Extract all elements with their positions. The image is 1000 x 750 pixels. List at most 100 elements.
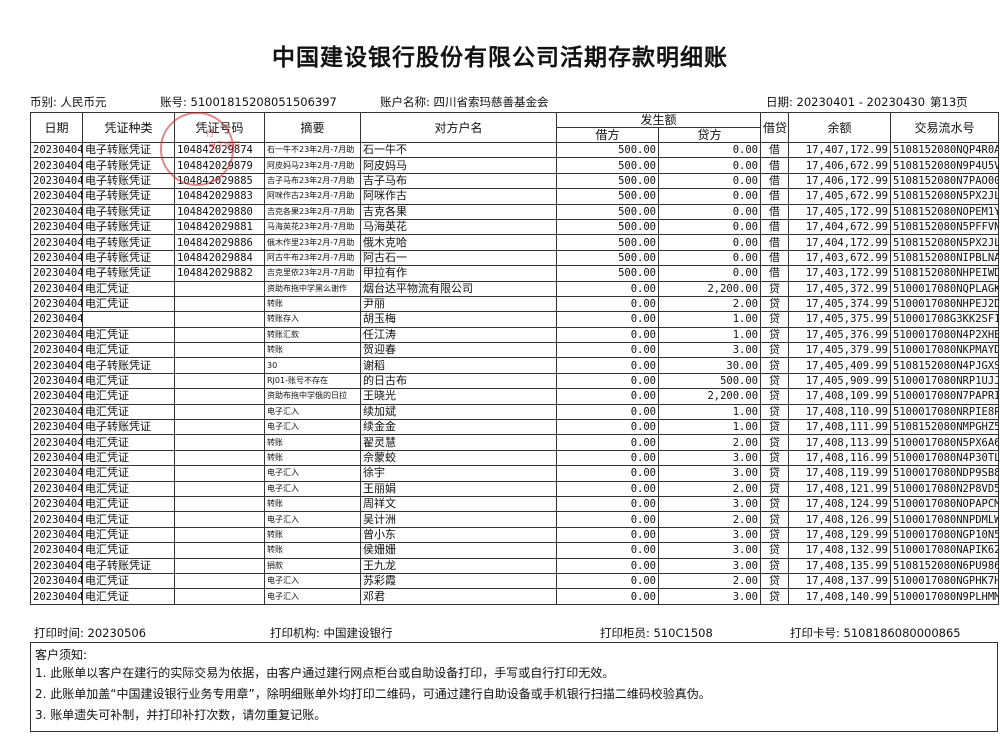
cell-voucher-type: 电汇凭证 <box>82 572 175 590</box>
table-row: 20230404 电汇凭证 转账 曾小东 0.00 3.00 贷 17,408,129.99 5… <box>30 526 1000 544</box>
cell-balance: 17,405,672.99 <box>788 188 892 205</box>
cell-dc: 贷 <box>760 403 790 421</box>
cell-balance: 17,404,172.99 <box>788 234 892 251</box>
cell-voucher-type: 电汇凭证 <box>82 465 175 482</box>
cell-counterparty: 王九龙 <box>360 557 557 574</box>
cell-balance: 17,405,374.99 <box>788 295 892 313</box>
cell-voucher-type <box>82 311 175 328</box>
cell-serial: 5100017080NRPIE8P3 <box>890 403 1000 421</box>
cell-date: 20230404 <box>30 495 83 513</box>
header-summary: 摘要 <box>264 112 361 143</box>
cell-date: 20230404 <box>30 234 83 251</box>
cell-counterparty: 吉克各果 <box>360 203 557 220</box>
cell-voucher-no: 104842029880 <box>174 203 265 220</box>
cell-counterparty: 甲拉有作 <box>360 265 557 282</box>
cell-summary: 转账 <box>264 542 361 559</box>
cell-voucher-no <box>174 326 265 344</box>
cell-counterparty: 苏彩霞 <box>360 572 557 590</box>
cell-counterparty: 佘蒙蛟 <box>360 449 557 467</box>
cell-date: 20230404 <box>30 326 83 344</box>
cell-balance: 17,408,110.99 <box>788 403 892 421</box>
cell-balance: 17,406,172.99 <box>788 172 892 190</box>
stamp-text-1: 行 <box>206 129 214 138</box>
cell-debit: 500.00 <box>556 188 659 205</box>
ledger-body: 20230404 电子转账凭证 104842029874 石一牛不23年2月-7月助石… <box>30 141 1000 605</box>
cell-balance: 17,407,172.99 <box>788 141 892 159</box>
cell-debit: 0.00 <box>556 326 659 344</box>
cell-counterparty: 曾小东 <box>360 526 557 544</box>
cell-dc: 借 <box>760 265 790 282</box>
cell-summary: 转账汇款 <box>264 326 361 344</box>
cell-balance: 17,405,376.99 <box>788 326 892 344</box>
cell-date: 20230404 <box>30 434 83 451</box>
cell-voucher-no <box>174 434 265 451</box>
cell-counterparty: 吉子马布 <box>360 172 557 190</box>
date-range: 日期: 20230401 - 20230430 <box>766 95 926 109</box>
cell-credit: 0.00 <box>657 157 762 174</box>
cell-voucher-no <box>174 526 265 544</box>
cell-voucher-no <box>174 295 265 313</box>
table-row: 20230404 电汇凭证 转账汇款 任江涛 0.00 1.00 贷 17,405,376.9… <box>30 326 1000 344</box>
cell-voucher-type: 电汇凭证 <box>82 434 175 451</box>
note-3: 3. 账单遗失可补制，并打印补打次数，请勿重复记账。 <box>35 708 327 722</box>
cell-serial: 5108152080NHPEIWDF <box>890 265 1000 282</box>
header-counterparty: 对方户名 <box>360 112 557 143</box>
cell-balance: 17,405,372.99 <box>788 280 892 297</box>
cell-balance: 17,408,113.99 <box>788 434 892 451</box>
cell-credit: 500.00 <box>657 372 762 390</box>
cell-voucher-no <box>174 588 265 605</box>
cell-voucher-no <box>174 542 265 559</box>
cell-voucher-type: 电子转账凭证 <box>82 203 175 220</box>
cell-voucher-type: 电汇凭证 <box>82 526 175 544</box>
cell-date: 20230404 <box>30 526 83 544</box>
cell-balance: 17,408,111.99 <box>788 419 892 436</box>
cell-voucher-type: 电汇凭证 <box>82 480 175 497</box>
cell-summary: 转账 <box>264 295 361 313</box>
cell-date: 20230404 <box>30 311 83 328</box>
cell-serial: 5100017080NKPMAYDO <box>890 342 1000 359</box>
table-row: 20230404 电汇凭证 资助布拖中学黑么谢作 烟台达平物流有限公司 0.00 2,20… <box>30 280 1000 297</box>
cell-date: 20230404 <box>30 388 83 405</box>
cell-credit: 3.00 <box>657 495 762 513</box>
cell-voucher-type: 电子转账凭证 <box>82 218 175 236</box>
cell-credit: 1.00 <box>657 326 762 344</box>
cell-summary: 电子汇入 <box>264 465 361 482</box>
cell-dc: 贷 <box>760 542 790 559</box>
cell-balance: 17,406,672.99 <box>788 157 892 174</box>
cell-dc: 借 <box>760 218 790 236</box>
cell-voucher-type: 电子转账凭证 <box>82 249 175 267</box>
cell-voucher-type: 电子转账凭证 <box>82 234 175 251</box>
cell-credit: 2,200.00 <box>657 388 762 405</box>
cell-dc: 贷 <box>760 449 790 467</box>
cell-voucher-type: 电汇凭证 <box>82 403 175 421</box>
cell-dc: 借 <box>760 203 790 220</box>
cell-voucher-no: 104842029884 <box>174 249 265 267</box>
cell-credit: 0.00 <box>657 141 762 159</box>
cell-debit: 0.00 <box>556 419 659 436</box>
cell-voucher-type: 电子转账凭证 <box>82 357 175 374</box>
cell-summary: 转账 <box>264 434 361 451</box>
cell-dc: 贷 <box>760 419 790 436</box>
cell-voucher-no <box>174 572 265 590</box>
table-row: 20230404 电汇凭证 电子汇入 续加斌 0.00 1.00 贷 17,408,110.9… <box>30 403 1000 421</box>
cell-debit: 0.00 <box>556 434 659 451</box>
cell-voucher-type: 电汇凭证 <box>82 449 175 467</box>
cell-dc: 借 <box>760 141 790 159</box>
cell-voucher-no: 104842029883 <box>174 188 265 205</box>
cell-counterparty: 吴计洲 <box>360 511 557 528</box>
cell-summary: 石一牛不23年2月-7月助 <box>264 141 361 159</box>
cell-date: 20230404 <box>30 357 83 374</box>
cell-dc: 借 <box>760 157 790 174</box>
cell-credit: 1.00 <box>657 419 762 436</box>
table-row: 20230404 电子转账凭证 104842029881 马海英花23年2月-7月助马… <box>30 218 1000 236</box>
cell-voucher-type: 电汇凭证 <box>82 280 175 297</box>
cell-counterparty: 续金金 <box>360 419 557 436</box>
cell-voucher-type: 电汇凭证 <box>82 342 175 359</box>
cell-summary: 转账 <box>264 342 361 359</box>
cell-counterparty: 谢稻 <box>360 357 557 374</box>
cell-debit: 500.00 <box>556 234 659 251</box>
cell-date: 20230404 <box>30 172 83 190</box>
cell-date: 20230404 <box>30 372 83 390</box>
table-row: 20230404 电汇凭证 转账 翟灵慧 0.00 2.00 贷 17,408,113.99 5… <box>30 434 1000 451</box>
cell-counterparty: 烟台达平物流有限公司 <box>360 280 557 297</box>
